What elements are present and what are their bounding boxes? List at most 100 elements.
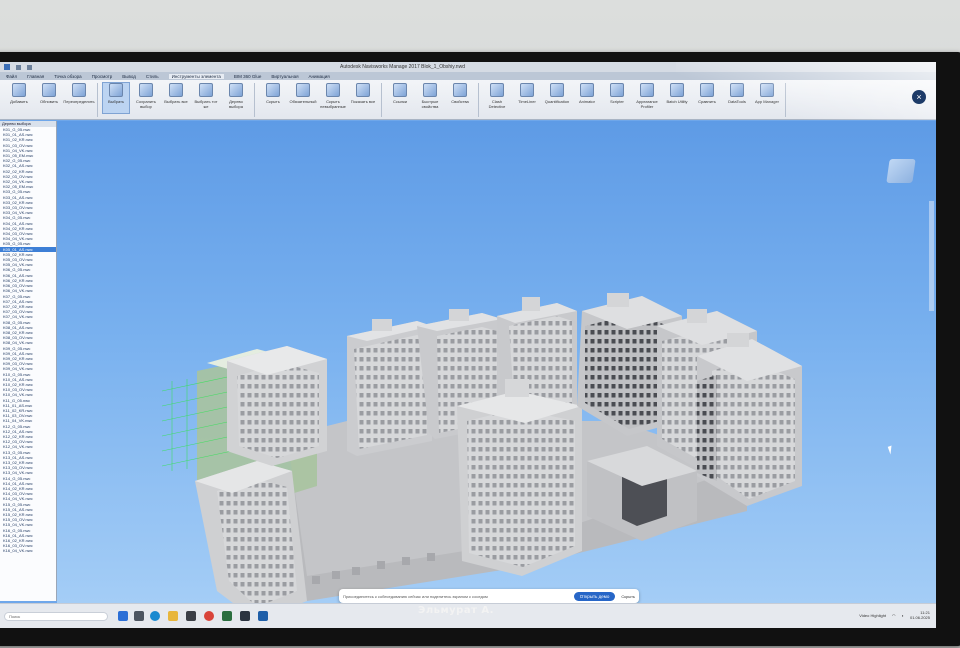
notification-message: Присоединитесь к собеседованию сейчас ил… bbox=[343, 593, 488, 599]
ribbon-button[interactable]: Animator bbox=[574, 83, 600, 113]
ribbon-button-icon bbox=[453, 83, 467, 97]
ribbon-button-label: Свойства bbox=[451, 99, 469, 104]
ribbon-button-label: Скрыть bbox=[266, 99, 280, 104]
3d-viewport[interactable]: Присоединитесь к собеседованию сейчас ил… bbox=[57, 121, 936, 603]
ribbon-button[interactable]: Выбрать все bbox=[163, 83, 189, 113]
quick-access-save-icon[interactable] bbox=[16, 64, 21, 70]
open-demo-button[interactable]: Открыть демо bbox=[573, 591, 616, 601]
quick-access-undo-icon[interactable] bbox=[27, 64, 32, 70]
dismiss-button[interactable]: Скрыть bbox=[621, 594, 635, 599]
tray-label[interactable]: Video Highlight bbox=[859, 613, 886, 618]
ribbon-tab[interactable]: BIM 360 Glue bbox=[234, 74, 262, 79]
ribbon-button[interactable]: Скрыть невыбранные bbox=[320, 83, 346, 113]
explorer-icon[interactable] bbox=[168, 611, 178, 621]
ribbon-tab[interactable]: Просмотр bbox=[92, 74, 113, 79]
ribbon-button-label: Скрыть невыбранные bbox=[320, 99, 346, 109]
ribbon-button[interactable]: Обновить bbox=[36, 83, 62, 113]
ribbon-button-icon bbox=[326, 83, 340, 97]
ribbon-button-icon bbox=[169, 83, 183, 97]
ribbon-tab[interactable]: Виртуальная bbox=[271, 74, 298, 79]
ribbon-button-label: Выбрать тот же bbox=[194, 99, 218, 109]
ribbon-button[interactable]: Показать все bbox=[350, 83, 376, 113]
ribbon-button-icon bbox=[490, 83, 504, 97]
taskbar-clock[interactable]: 11:21 01.06.2025 bbox=[910, 610, 930, 620]
start-icon[interactable] bbox=[118, 611, 128, 621]
ribbon-button[interactable]: Скрыть bbox=[260, 83, 286, 113]
ribbon-button-label: Clash Detective bbox=[488, 99, 506, 109]
ribbon-tab[interactable]: Точка обзора bbox=[54, 74, 81, 79]
ribbon-button[interactable]: Переопределить bbox=[63, 83, 95, 113]
selection-tree-list: K01_G_05.nwc K01_01_AS.nwc K01_02_KR.nwc K0… bbox=[0, 127, 56, 554]
ribbon-button-label: Сохранить выбор bbox=[136, 99, 156, 109]
ribbon-button-label: Обновить bbox=[39, 99, 59, 104]
meeting-notification: Присоединитесь к собеседованию сейчас ил… bbox=[339, 589, 639, 603]
ribbon-button[interactable]: Сравнить bbox=[694, 83, 720, 113]
volume-icon[interactable]: ◖ bbox=[902, 613, 904, 618]
ribbon-button[interactable]: Quantification bbox=[544, 83, 570, 113]
ribbon-button[interactable]: Сохранить выбор bbox=[133, 83, 159, 113]
ribbon-button-label: TimeLiner bbox=[518, 99, 536, 104]
app-menu-icon[interactable] bbox=[4, 64, 10, 70]
ribbon-button[interactable]: Appearance Profiler bbox=[634, 83, 660, 113]
ribbon-button-icon bbox=[266, 83, 280, 97]
ribbon-tab[interactable]: Файл bbox=[6, 74, 17, 79]
ribbon-button-label: Дерево выбора bbox=[229, 99, 243, 109]
taskbar-search-input[interactable]: Поиск bbox=[4, 612, 108, 621]
ribbon-tab[interactable]: Главная bbox=[27, 74, 44, 79]
tv-monitor-frame: Autodesk Navisworks Manage 2017 Blok_1_O… bbox=[0, 52, 960, 646]
store-icon[interactable] bbox=[186, 611, 196, 621]
ribbon-button[interactable]: Scripter bbox=[604, 83, 630, 113]
ribbon-button-label: Quantification bbox=[544, 99, 570, 104]
screen: Autodesk Navisworks Manage 2017 Blok_1_O… bbox=[0, 62, 936, 628]
ribbon-button-icon bbox=[72, 83, 86, 97]
ribbon-button-icon bbox=[700, 83, 714, 97]
ribbon-group-separator bbox=[97, 83, 98, 117]
ribbon-tab[interactable]: Анимация bbox=[309, 74, 330, 79]
ribbon-button-icon bbox=[610, 83, 624, 97]
navisworks-icon[interactable] bbox=[222, 611, 232, 621]
task-view-icon[interactable] bbox=[134, 611, 144, 621]
ribbon-button[interactable]: Batch Utility bbox=[664, 83, 690, 113]
ribbon-button-label: Animator bbox=[578, 99, 595, 104]
window-title: Autodesk Navisworks Manage 2017 Blok_1_O… bbox=[340, 64, 465, 70]
ribbon-button[interactable]: TimeLiner bbox=[514, 83, 540, 113]
ribbon-tab[interactable]: Вывод bbox=[122, 74, 136, 79]
ribbon-button[interactable]: Добавить bbox=[6, 83, 32, 113]
ribbon-button-icon bbox=[139, 83, 153, 97]
ribbon-button[interactable]: Выбрать тот же bbox=[193, 83, 219, 113]
ribbon-button[interactable]: Дерево выбора bbox=[223, 83, 249, 113]
app-r-icon[interactable] bbox=[258, 611, 268, 621]
wifi-icon[interactable]: ◠ bbox=[892, 613, 896, 618]
edge-icon[interactable] bbox=[150, 611, 160, 621]
ribbon-button[interactable]: Обязательный bbox=[289, 83, 317, 113]
ribbon-button[interactable]: Выбрать bbox=[102, 82, 130, 114]
ribbon-button-icon bbox=[580, 83, 594, 97]
ribbon-button-icon bbox=[109, 83, 123, 97]
chrome-icon[interactable] bbox=[204, 611, 214, 621]
ribbon-button[interactable]: Свойства bbox=[447, 83, 473, 113]
close-icon[interactable]: × bbox=[912, 90, 926, 104]
ribbon-button-icon bbox=[393, 83, 407, 97]
app-n-icon[interactable] bbox=[240, 611, 250, 621]
title-bar: Autodesk Navisworks Manage 2017 Blok_1_O… bbox=[0, 62, 936, 72]
ribbon-button-icon bbox=[550, 83, 564, 97]
ribbon-button-label: Сравнить bbox=[698, 99, 716, 104]
ribbon-button-label: Scripter bbox=[610, 99, 624, 104]
ribbon-button-icon bbox=[670, 83, 684, 97]
ribbon-group-separator bbox=[478, 83, 479, 117]
ribbon-tab[interactable]: Инструменты элемента bbox=[168, 73, 224, 79]
ribbon-button[interactable]: Ссылки bbox=[387, 83, 413, 113]
ribbon-tab[interactable]: Стиль bbox=[146, 74, 159, 79]
ribbon-button-label: Добавить bbox=[10, 99, 28, 104]
selection-tree-panel: Дерево выбора K01_G_05.nwc K01_01_AS.nwc K… bbox=[0, 121, 57, 601]
tv-brand-logo: Эльмурат А. bbox=[418, 605, 494, 616]
ribbon-button[interactable]: DataTools bbox=[724, 83, 750, 113]
ribbon-button-label: Выбрать все bbox=[164, 99, 188, 104]
ribbon-button[interactable]: Быстрые свойства bbox=[417, 83, 443, 113]
ribbon-button-icon bbox=[229, 83, 243, 97]
tree-item[interactable]: K16_04_VK.nwc bbox=[0, 548, 56, 553]
ribbon-button[interactable]: Clash Detective bbox=[484, 83, 510, 113]
ribbon-button[interactable]: App Manager bbox=[754, 83, 780, 113]
ribbon-button-label: Выбрать bbox=[107, 99, 125, 104]
ribbon-button-icon bbox=[42, 83, 56, 97]
